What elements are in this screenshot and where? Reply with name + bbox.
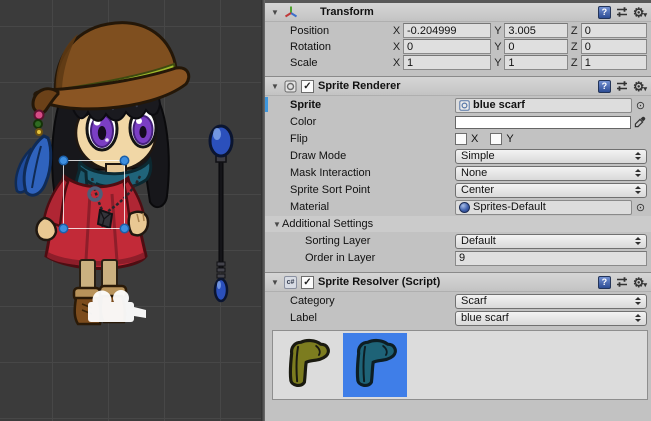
transform-title: Transform [320, 6, 374, 18]
color-row: Color [272, 114, 647, 130]
dropdown-arrow-icon [635, 314, 641, 322]
rotation-row: Rotation X 0 Y 0 Z 0 [272, 39, 647, 54]
order-in-layer-label: Order in Layer [272, 252, 455, 264]
scale-label: Scale [272, 57, 390, 69]
dropdown-arrow-icon [635, 169, 641, 177]
order-in-layer-field[interactable]: 9 [455, 251, 647, 266]
inspector-panel: ▼ Transform ? ⚙ ▾ Position X -0.204999 Y… [265, 0, 651, 421]
preset-icon[interactable] [616, 6, 628, 18]
sprite-row: Sprite blue scarf ⊙ [272, 97, 647, 113]
mask-interaction-row: Mask Interaction None [272, 165, 647, 181]
scale-z-field[interactable]: 1 [581, 55, 647, 70]
scale-y-field[interactable]: 1 [504, 55, 567, 70]
order-in-layer-row: Order in Layer 9 [272, 250, 647, 266]
material-object-field[interactable]: Sprites-Default [455, 200, 632, 215]
additional-settings-label: Additional Settings [282, 218, 373, 230]
position-y-field[interactable]: 3.005 [504, 23, 567, 38]
material-row: Material Sprites-Default ⊙ [272, 199, 647, 215]
draw-mode-row: Draw Mode Simple [272, 148, 647, 164]
staff-sprite[interactable] [210, 126, 232, 301]
sorting-layer-row: Sorting Layer Default [272, 233, 647, 249]
dropdown-arrow-icon [635, 152, 641, 160]
category-dropdown[interactable]: Scarf [455, 294, 647, 309]
help-icon[interactable]: ? [598, 80, 611, 93]
category-row: Category Scarf [272, 293, 647, 309]
material-icon [459, 202, 470, 213]
help-icon[interactable]: ? [598, 276, 611, 289]
flip-x-checkbox[interactable] [455, 133, 467, 145]
sprite-resolver-header[interactable]: ▼ c# ✓ Sprite Resolver (Script) ? ⚙ ▾ [265, 273, 651, 292]
gear-icon[interactable]: ⚙ ▾ [633, 80, 647, 93]
object-picker-icon[interactable]: ⊙ [634, 99, 647, 112]
thumbnail-blue-scarf[interactable] [343, 333, 407, 397]
gear-icon[interactable]: ⚙ ▾ [633, 6, 647, 19]
draw-mode-label: Draw Mode [272, 150, 455, 162]
sorting-layer-dropdown[interactable]: Default [455, 234, 647, 249]
category-label: Category [272, 295, 455, 307]
dropdown-arrow-icon [635, 237, 641, 245]
material-label: Material [272, 201, 455, 213]
thumbnail-green-scarf[interactable] [276, 333, 340, 397]
scene-view[interactable] [0, 0, 261, 421]
position-row: Position X -0.204999 Y 3.005 Z 0 [272, 23, 647, 38]
sorting-layer-label: Sorting Layer [272, 235, 455, 247]
transform-icon [284, 5, 298, 19]
mask-interaction-dropdown[interactable]: None [455, 166, 647, 181]
character-sprite[interactable] [16, 23, 189, 324]
rotation-y-field[interactable]: 0 [504, 39, 567, 54]
sprite-icon [459, 100, 470, 111]
transform-header[interactable]: ▼ Transform ? ⚙ ▾ [265, 3, 651, 22]
additional-settings-foldout[interactable]: ▼ Additional Settings [265, 216, 651, 232]
sprite-object-field[interactable]: blue scarf [455, 98, 632, 113]
camera-gizmo[interactable] [88, 290, 146, 322]
sprite-variant-panel [272, 330, 648, 400]
eyedropper-icon[interactable] [633, 116, 647, 128]
flip-y-checkbox[interactable] [490, 133, 502, 145]
dropdown-arrow-icon [635, 297, 641, 305]
scale-row: Scale X 1 Y 1 Z 1 [272, 55, 647, 70]
flip-label: Flip [272, 133, 455, 145]
flip-row: Flip X Y [272, 131, 647, 147]
position-x-field[interactable]: -0.204999 [403, 23, 491, 38]
sprite-renderer-header[interactable]: ▼ ✓ Sprite Renderer ? ⚙ ▾ [265, 77, 651, 96]
object-picker-icon[interactable]: ⊙ [634, 201, 647, 214]
sprite-sort-point-dropdown[interactable]: Center [455, 183, 647, 198]
script-icon: c# [284, 276, 297, 289]
rotation-label: Rotation [272, 41, 390, 53]
component-enabled-checkbox[interactable]: ✓ [301, 80, 314, 93]
label-dropdown[interactable]: blue scarf [455, 311, 647, 326]
rotation-z-field[interactable]: 0 [581, 39, 647, 54]
component-enabled-checkbox[interactable]: ✓ [301, 276, 314, 289]
foldout-icon[interactable]: ▼ [272, 220, 282, 229]
sprite-resolver-title: Sprite Resolver (Script) [318, 276, 440, 288]
scale-x-field[interactable]: 1 [403, 55, 491, 70]
preset-icon[interactable] [616, 276, 628, 288]
color-swatch[interactable] [455, 116, 631, 129]
position-label: Position [272, 25, 390, 37]
help-icon[interactable]: ? [598, 6, 611, 19]
dropdown-arrow-icon [635, 186, 641, 194]
foldout-icon[interactable]: ▼ [270, 278, 280, 287]
rotation-x-field[interactable]: 0 [403, 39, 491, 54]
foldout-icon[interactable]: ▼ [270, 8, 280, 17]
sprite-sort-point-label: Sprite Sort Point [272, 184, 455, 196]
foldout-icon[interactable]: ▼ [270, 82, 280, 91]
sprite-renderer-icon [284, 80, 297, 93]
override-marker [265, 97, 268, 112]
color-label: Color [272, 116, 455, 128]
position-z-field[interactable]: 0 [581, 23, 647, 38]
mask-interaction-label: Mask Interaction [272, 167, 455, 179]
label-row: Label blue scarf [272, 310, 647, 326]
sprite-renderer-title: Sprite Renderer [318, 80, 401, 92]
preset-icon[interactable] [616, 80, 628, 92]
gear-icon[interactable]: ⚙ ▾ [633, 276, 647, 289]
sprite-sort-point-row: Sprite Sort Point Center [272, 182, 647, 198]
draw-mode-dropdown[interactable]: Simple [455, 149, 647, 164]
sprite-label: Sprite [272, 99, 455, 111]
label-label: Label [272, 312, 455, 324]
